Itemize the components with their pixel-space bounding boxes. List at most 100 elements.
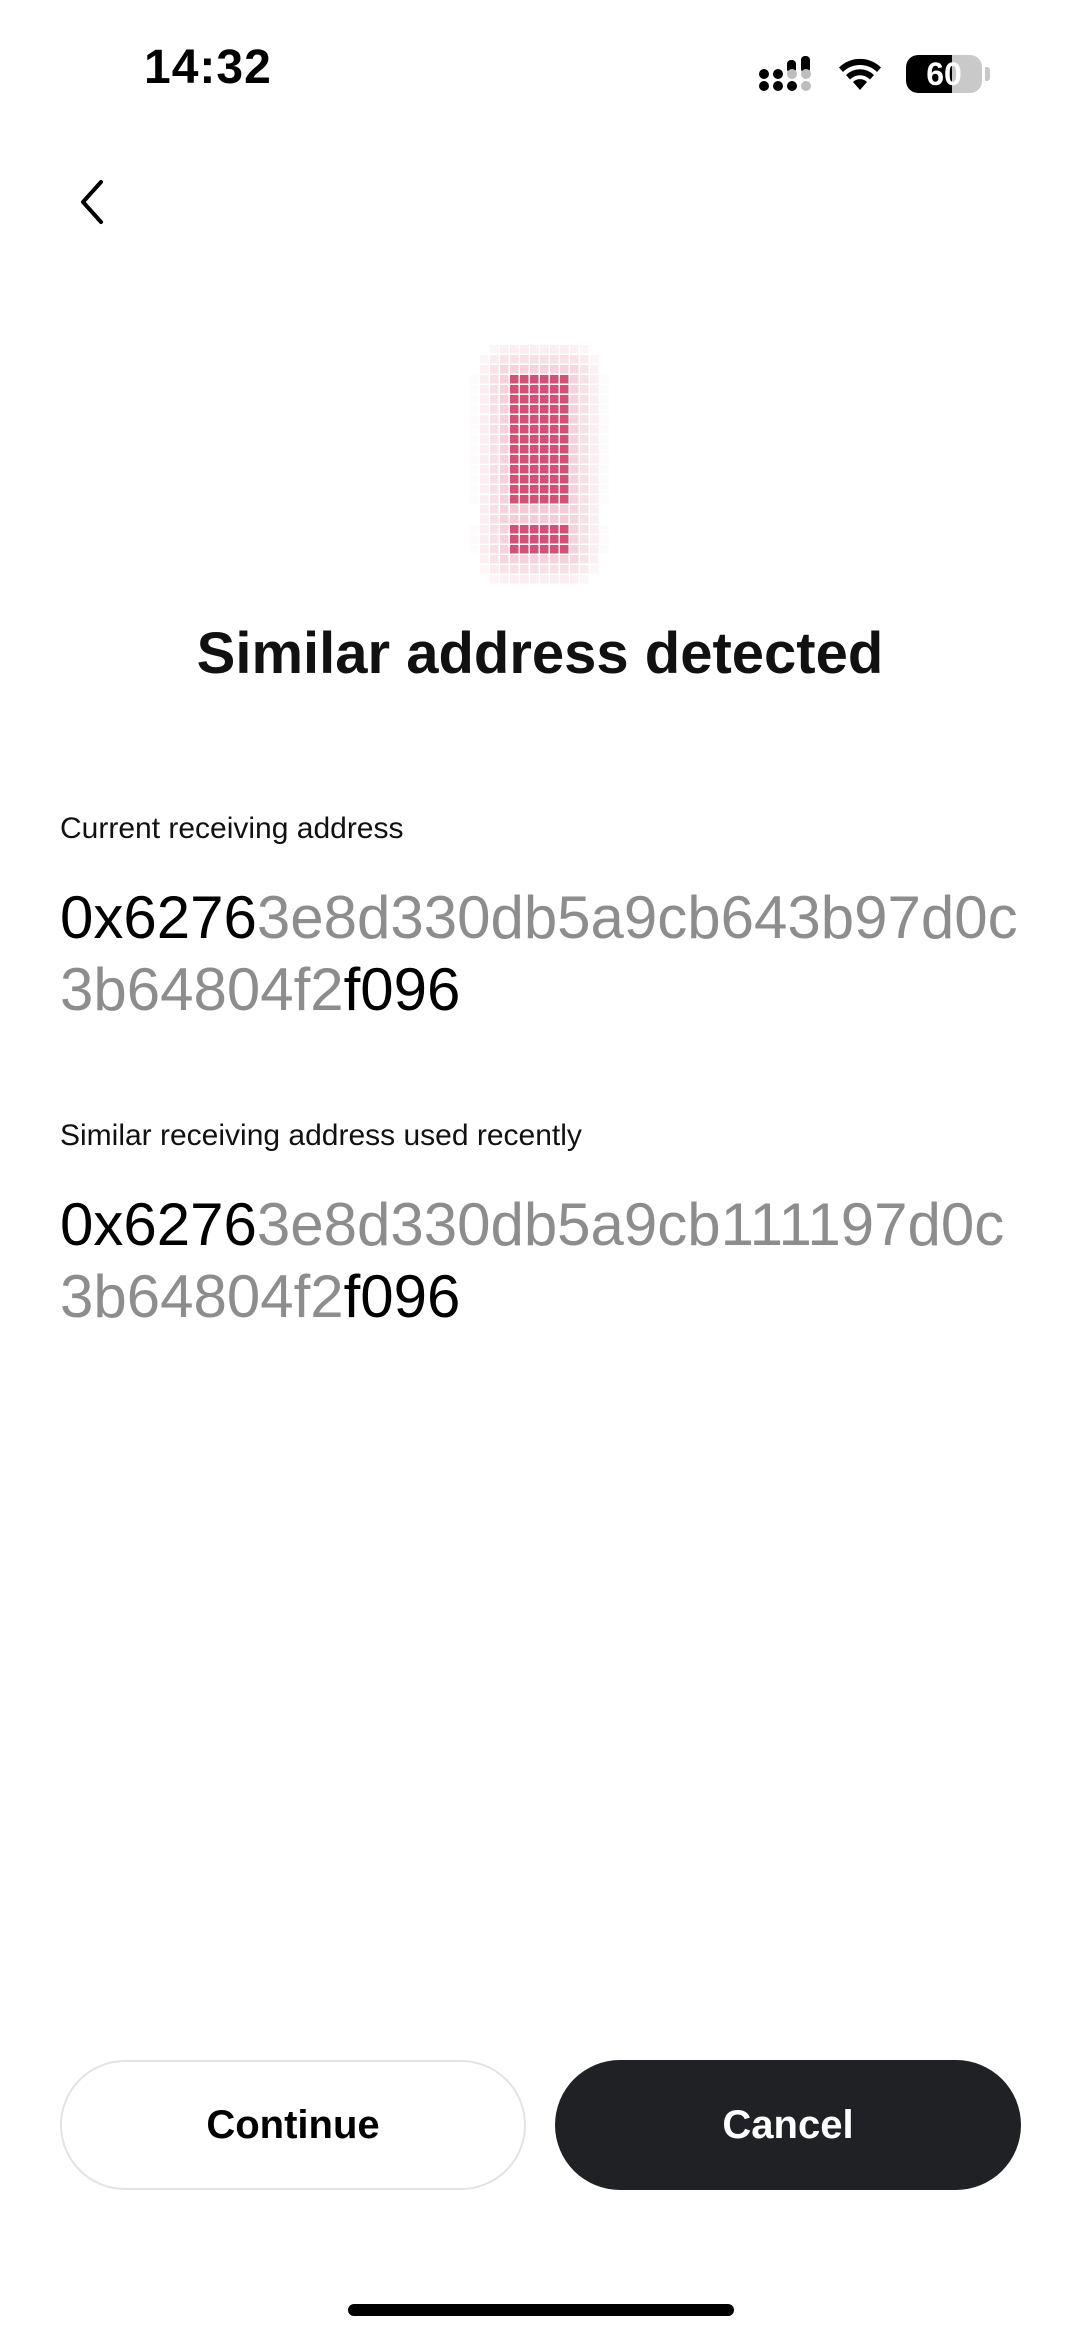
icon-pixel (480, 505, 489, 514)
icon-pixel (560, 405, 569, 414)
icon-pixel (530, 395, 539, 404)
icon-pixel (490, 455, 499, 464)
icon-pixel (560, 465, 569, 474)
icon-pixel (490, 345, 499, 354)
icon-pixel (500, 535, 509, 544)
icon-pixel (570, 395, 579, 404)
icon-pixel (570, 505, 579, 514)
icon-pixel (480, 475, 489, 484)
icon-pixel (520, 385, 529, 394)
icon-pixel (560, 505, 569, 514)
icon-pixel (580, 475, 589, 484)
icon-pixel (580, 375, 589, 384)
icon-pixel (590, 435, 599, 444)
cancel-button[interactable]: Cancel (555, 2060, 1021, 2190)
icon-pixel (490, 385, 499, 394)
similar-address-suffix: f096 (343, 1263, 461, 1330)
icon-pixel (530, 385, 539, 394)
icon-pixel (570, 345, 579, 354)
icon-pixel (550, 465, 559, 474)
icon-pixel (530, 435, 539, 444)
icon-pixel (590, 365, 599, 374)
icon-pixel (580, 435, 589, 444)
icon-pixel (510, 505, 519, 514)
icon-pixel (490, 485, 499, 494)
icon-pixel (540, 415, 549, 424)
icon-pixel (560, 385, 569, 394)
icon-pixel (520, 535, 529, 544)
icon-pixel (560, 425, 569, 434)
icon-pixel (590, 485, 599, 494)
icon-pixel (540, 535, 549, 544)
icon-pixel (530, 345, 539, 354)
icon-pixel (590, 355, 599, 364)
icon-pixel (510, 395, 519, 404)
icon-pixel (520, 395, 529, 404)
icon-pixel (530, 355, 539, 364)
icon-pixel (560, 415, 569, 424)
back-button[interactable] (62, 172, 122, 232)
icon-pixel (540, 555, 549, 564)
icon-pixel (470, 465, 479, 474)
icon-pixel (590, 385, 599, 394)
icon-pixel (550, 455, 559, 464)
icon-pixel (520, 405, 529, 414)
continue-button[interactable]: Continue (60, 2060, 526, 2190)
icon-pixel (510, 445, 519, 454)
icon-pixel (530, 515, 539, 524)
icon-pixel (490, 405, 499, 414)
icon-pixel (480, 365, 489, 374)
icon-pixel (510, 555, 519, 564)
icon-pixel (480, 555, 489, 564)
similar-address: 0x62763e8d330db5a9cb111197d0c3b64804f2f0… (60, 1189, 1020, 1333)
icon-pixel (490, 535, 499, 544)
battery-icon: 60 (906, 55, 982, 93)
icon-pixel (570, 435, 579, 444)
icon-pixel (580, 515, 589, 524)
icon-pixel (530, 485, 539, 494)
icon-pixel (510, 495, 519, 504)
icon-pixel (510, 355, 519, 364)
icon-pixel (550, 565, 559, 574)
icon-pixel (510, 475, 519, 484)
icon-pixel (590, 395, 599, 404)
icon-pixel (470, 435, 479, 444)
icon-pixel (550, 555, 559, 564)
icon-pixel (550, 505, 559, 514)
icon-pixel (580, 525, 589, 534)
icon-pixel (520, 355, 529, 364)
icon-pixel (470, 495, 479, 504)
icon-pixel (550, 475, 559, 484)
icon-pixel (580, 505, 589, 514)
icon-pixel (500, 485, 509, 494)
icon-pixel (500, 425, 509, 434)
icon-pixel (560, 355, 569, 364)
icon-pixel (500, 515, 509, 524)
icon-pixel (490, 565, 499, 574)
icon-pixel (550, 375, 559, 384)
icon-pixel (550, 515, 559, 524)
icon-pixel (590, 505, 599, 514)
icon-pixel (600, 445, 609, 454)
icon-pixel (510, 525, 519, 534)
icon-pixel (600, 455, 609, 464)
icon-pixel (540, 405, 549, 414)
icon-pixel (490, 495, 499, 504)
icon-pixel (560, 365, 569, 374)
icon-pixel (550, 405, 559, 414)
icon-pixel (490, 545, 499, 554)
battery-level: 60 (926, 56, 962, 92)
icon-pixel (600, 395, 609, 404)
icon-pixel (530, 445, 539, 454)
icon-pixel (600, 385, 609, 394)
icon-pixel (540, 465, 549, 474)
icon-pixel (520, 415, 529, 424)
icon-pixel (530, 465, 539, 474)
home-indicator[interactable] (348, 2304, 734, 2316)
icon-pixel (490, 365, 499, 374)
icon-pixel (510, 425, 519, 434)
icon-pixel (500, 555, 509, 564)
icon-pixel (550, 545, 559, 554)
icon-pixel (510, 535, 519, 544)
icon-pixel (530, 505, 539, 514)
